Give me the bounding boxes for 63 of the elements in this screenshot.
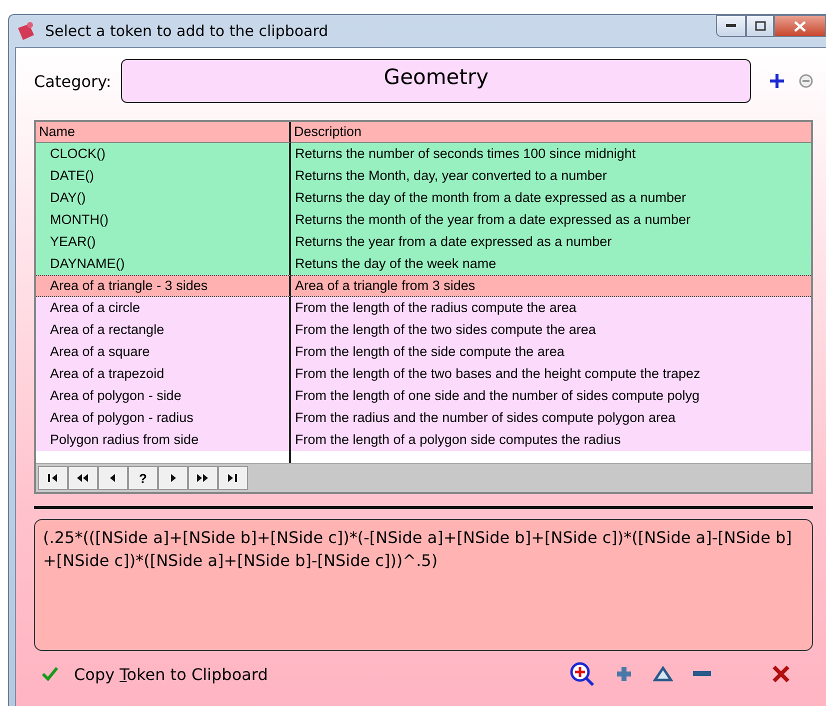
fast-forward-icon [196, 472, 210, 484]
copy-token-button[interactable]: Copy Token to Clipboard [42, 664, 268, 684]
token-description-cell[interactable]: From the length of one side and the number of sides compute polyg [291, 385, 811, 407]
close-button[interactable] [774, 15, 826, 37]
minimize-button[interactable] [716, 15, 746, 37]
token-name-cell[interactable]: DAY() [36, 187, 291, 209]
token-description-cell[interactable]: Returns the Month, day, year converted to a number [291, 165, 811, 187]
navigator-button[interactable] [188, 466, 218, 490]
token-name-cell[interactable]: DATE() [36, 165, 291, 187]
maximize-button[interactable] [746, 15, 774, 37]
window-title: Select a token to add to the clipboard [45, 22, 330, 40]
token-name-cell[interactable]: Area of a rectangle [36, 319, 291, 341]
column-header: Name [36, 122, 291, 143]
token-description-cell[interactable]: Returns the month of the year from a date expressed as a number [291, 209, 811, 231]
navigator-button[interactable] [158, 466, 188, 490]
back-icon [109, 472, 117, 484]
token-name-cell[interactable]: Area of polygon - radius [36, 407, 291, 429]
token-name-cell[interactable]: Area of a trapezoid [36, 363, 291, 385]
token-description-cell[interactable]: Retuns the day of the week name [291, 253, 811, 275]
category-label: Category: [34, 72, 112, 90]
token-description-cell[interactable]: Area of a triangle from 3 sides [291, 275, 811, 297]
token-description-cell[interactable]: From the radius and the number of sides compute polygon area [291, 407, 811, 429]
token-name-cell[interactable]: Area of a circle [36, 297, 291, 319]
help-button[interactable]: ? [128, 466, 158, 490]
token-name-cell[interactable]: Area of polygon - side [36, 385, 291, 407]
token-description-cell[interactable]: From the length of the two bases and the height compute the trapez [291, 363, 811, 385]
token-description-cell[interactable]: From the length of the radius compute the area [291, 297, 811, 319]
maximize-icon [754, 21, 766, 31]
token-description-cell[interactable]: From the length of a polygon side computes the radius [291, 429, 811, 451]
zoom-in-icon[interactable] [569, 661, 595, 687]
first-record-icon [47, 472, 59, 484]
navigator-button[interactable] [98, 466, 128, 490]
minimize-icon [726, 24, 736, 28]
token-name-cell[interactable]: DAYNAME() [36, 253, 291, 275]
token-name-cell[interactable]: Polygon radius from side [36, 429, 291, 451]
column-header: Description [291, 122, 811, 143]
minus-icon[interactable] [693, 670, 711, 678]
triangle-icon[interactable] [653, 666, 673, 682]
token-name-cell[interactable]: MONTH() [36, 209, 291, 231]
last-record-icon [227, 472, 239, 484]
formula-text[interactable]: (.25*(([NSide a]+[NSide b]+[NSide c])*(-[NSide a]+[NSide b]+[NSide c])*([NSide a]-[NSide b]+[NSide c])*([NSide a]+[NSide b]-[NSide c]))^.5) [34, 519, 813, 651]
token-description-cell[interactable]: From the length of the side compute the area [291, 341, 811, 363]
close-icon [794, 20, 806, 32]
token-name-cell[interactable]: CLOCK() [36, 143, 291, 165]
rewind-icon [76, 472, 90, 484]
navigator-button[interactable] [38, 466, 68, 490]
add-icon[interactable] [769, 73, 785, 89]
remove-icon[interactable] [799, 74, 813, 88]
token-name-cell[interactable]: Area of a triangle - 3 sides [36, 275, 291, 297]
play-icon [169, 472, 177, 484]
token-description-cell[interactable]: Returns the year from a date expressed as a number [291, 231, 811, 253]
navigator-button[interactable] [68, 466, 98, 490]
navigator-button[interactable] [218, 466, 248, 490]
token-description-cell[interactable]: Returns the day of the month from a date expressed as a number [291, 187, 811, 209]
plus-icon[interactable] [615, 665, 633, 683]
checkmark-icon [42, 667, 58, 681]
category-field[interactable]: Geometry [121, 59, 751, 103]
token-name-cell[interactable]: YEAR() [36, 231, 291, 253]
token-description-cell[interactable]: Returns the number of seconds times 100 since midnight [291, 143, 811, 165]
token-description-cell[interactable]: From the length of the two sides compute the area [291, 319, 811, 341]
app-icon [15, 20, 37, 42]
token-name-cell[interactable]: Area of a square [36, 341, 291, 363]
cancel-icon[interactable] [771, 664, 791, 684]
